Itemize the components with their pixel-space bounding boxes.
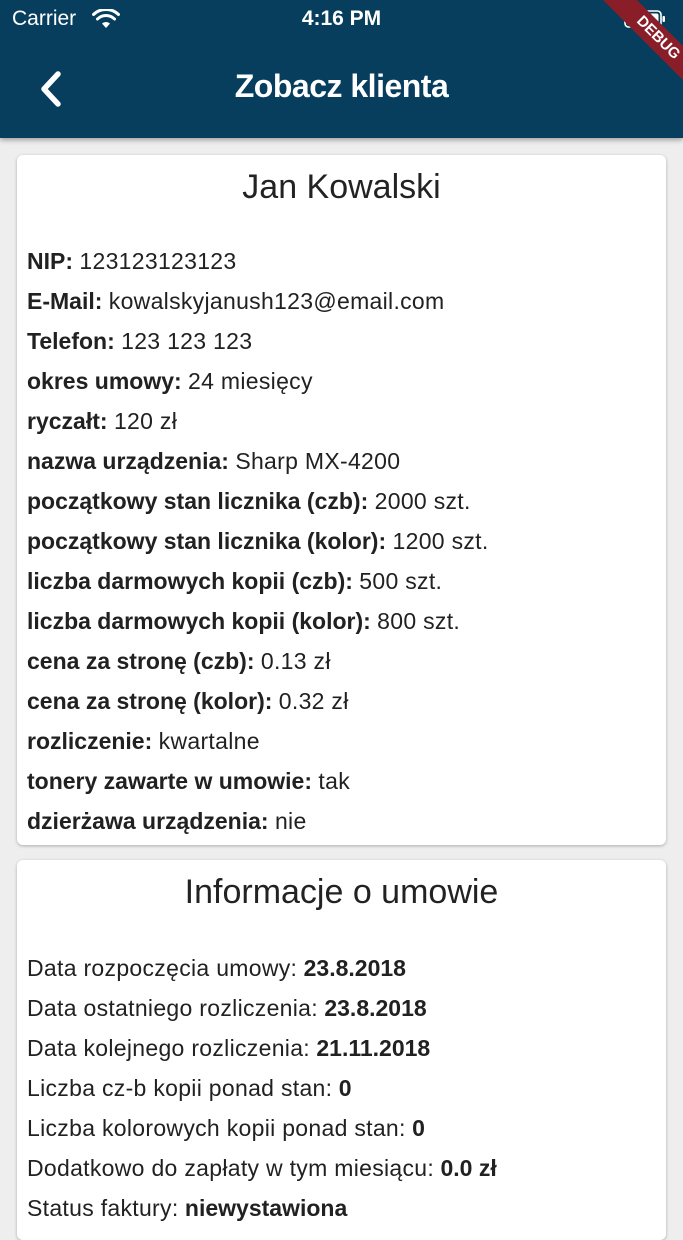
field-value: 123 123 123 xyxy=(121,328,253,354)
field-last-settlement: Data ostatniego rozliczenia: 23.8.2018 xyxy=(27,988,657,1028)
field-nip: NIP: 123123123123 xyxy=(27,241,657,281)
client-fields: NIP: 123123123123 E-Mail: kowalskyjanush… xyxy=(27,241,657,841)
page-title: Zobacz klienta xyxy=(234,68,449,104)
field-label: okres umowy: xyxy=(27,368,182,394)
field-price-page-color: cena za stronę (kolor): 0.32 zł xyxy=(27,681,657,721)
field-value: 800 szt. xyxy=(377,608,461,634)
field-value: kowalskyjanush123@email.com xyxy=(108,288,445,314)
field-value: 1200 szt. xyxy=(392,528,489,554)
field-value: kwartalne xyxy=(158,728,260,754)
field-label: Dodatkowo do zapłaty w tym miesiącu: xyxy=(27,1155,435,1181)
field-contract-start: Data rozpoczęcia umowy: 23.8.2018 xyxy=(27,948,657,988)
field-value: 23.8.2018 xyxy=(324,995,427,1021)
field-label: Liczba cz-b kopii ponad stan: xyxy=(27,1075,333,1101)
client-card: Jan Kowalski NIP: 123123123123 E-Mail: k… xyxy=(17,155,666,845)
field-label: Data rozpoczęcia umowy: xyxy=(27,955,298,981)
field-extra-copies-color: Liczba kolorowych kopii ponad stan: 0 xyxy=(27,1108,657,1148)
field-label: Liczba kolorowych kopii ponad stan: xyxy=(27,1115,406,1141)
field-value: niewystawiona xyxy=(184,1195,348,1221)
field-label: nazwa urządzenia: xyxy=(27,448,229,474)
field-value: Sharp MX-4200 xyxy=(235,448,401,474)
field-label: dzierżawa urządzenia: xyxy=(27,808,269,834)
field-initial-counter-color: początkowy stan licznika (kolor): 1200 s… xyxy=(27,521,657,561)
field-value: 120 zł xyxy=(113,408,178,434)
contract-title: Informacje o umowie xyxy=(184,873,499,911)
field-lump-sum: ryczałt: 120 zł xyxy=(27,401,657,441)
field-value: 0 xyxy=(412,1115,425,1141)
field-value: 24 miesięcy xyxy=(188,368,313,394)
field-label: E-Mail: xyxy=(27,288,103,314)
field-label: początkowy stan licznika (czb): xyxy=(27,488,369,514)
field-label: rozliczenie: xyxy=(27,728,153,754)
client-name: Jan Kowalski xyxy=(242,168,441,206)
field-free-copies-bw: liczba darmowych kopii (czb): 500 szt. xyxy=(27,561,657,601)
field-label: tonery zawarte w umowie: xyxy=(27,768,313,794)
field-label: cena za stronę (czb): xyxy=(27,648,255,674)
field-label: Data kolejnego rozliczenia: xyxy=(27,1035,310,1061)
field-extra-payment: Dodatkowo do zapłaty w tym miesiącu: 0.0… xyxy=(27,1148,657,1188)
field-label: NIP: xyxy=(27,248,73,274)
field-free-copies-color: liczba darmowych kopii (kolor): 800 szt. xyxy=(27,601,657,641)
clock: 4:16 PM xyxy=(301,7,382,30)
field-price-page-bw: cena za stronę (czb): 0.13 zł xyxy=(27,641,657,681)
field-label: początkowy stan licznika (kolor): xyxy=(27,528,387,554)
field-label: cena za stronę (kolor): xyxy=(27,688,273,714)
field-label: Status faktury: xyxy=(27,1195,179,1221)
field-label: Data ostatniego rozliczenia: xyxy=(27,995,318,1021)
field-label: Telefon: xyxy=(27,328,115,354)
field-invoice-status: Status faktury: niewystawiona xyxy=(27,1188,657,1228)
field-label: ryczałt: xyxy=(27,408,108,434)
field-phone: Telefon: 123 123 123 xyxy=(27,321,657,361)
field-extra-copies-bw: Liczba cz-b kopii ponad stan: 0 xyxy=(27,1068,657,1108)
field-settlement: rozliczenie: kwartalne xyxy=(27,721,657,761)
field-contract-period: okres umowy: 24 miesięcy xyxy=(27,361,657,401)
field-next-settlement: Data kolejnego rozliczenia: 21.11.2018 xyxy=(27,1028,657,1068)
field-value: tak xyxy=(318,768,350,794)
field-device-name: nazwa urządzenia: Sharp MX-4200 xyxy=(27,441,657,481)
field-email: E-Mail: kowalskyjanush123@email.com xyxy=(27,281,657,321)
field-value: 23.8.2018 xyxy=(303,955,406,981)
field-value: nie xyxy=(274,808,307,834)
app-bar: Carrier 4:16 PM Zobacz klienta DEBUG xyxy=(0,0,683,138)
field-value: 0 xyxy=(338,1075,352,1101)
field-initial-counter-bw: początkowy stan licznika (czb): 2000 szt… xyxy=(27,481,657,521)
field-value: 0.32 zł xyxy=(278,688,349,714)
status-bar: Carrier 4:16 PM xyxy=(0,0,683,40)
field-value: 0.0 zł xyxy=(440,1155,497,1181)
field-device-lease: dzierżawa urządzenia: nie xyxy=(27,801,657,841)
field-label: liczba darmowych kopii (kolor): xyxy=(27,608,371,634)
field-value: 2000 szt. xyxy=(374,488,471,514)
field-value: 500 szt. xyxy=(359,568,443,594)
field-value: 123123123123 xyxy=(79,248,237,274)
field-label: liczba darmowych kopii (czb): xyxy=(27,568,353,594)
field-value: 21.11.2018 xyxy=(316,1035,431,1061)
field-toners-included: tonery zawarte w umowie: tak xyxy=(27,761,657,801)
field-value: 0.13 zł xyxy=(260,648,331,674)
contract-card: Informacje o umowie Data rozpoczęcia umo… xyxy=(17,860,666,1240)
contract-fields: Data rozpoczęcia umowy: 23.8.2018 Data o… xyxy=(27,948,657,1228)
